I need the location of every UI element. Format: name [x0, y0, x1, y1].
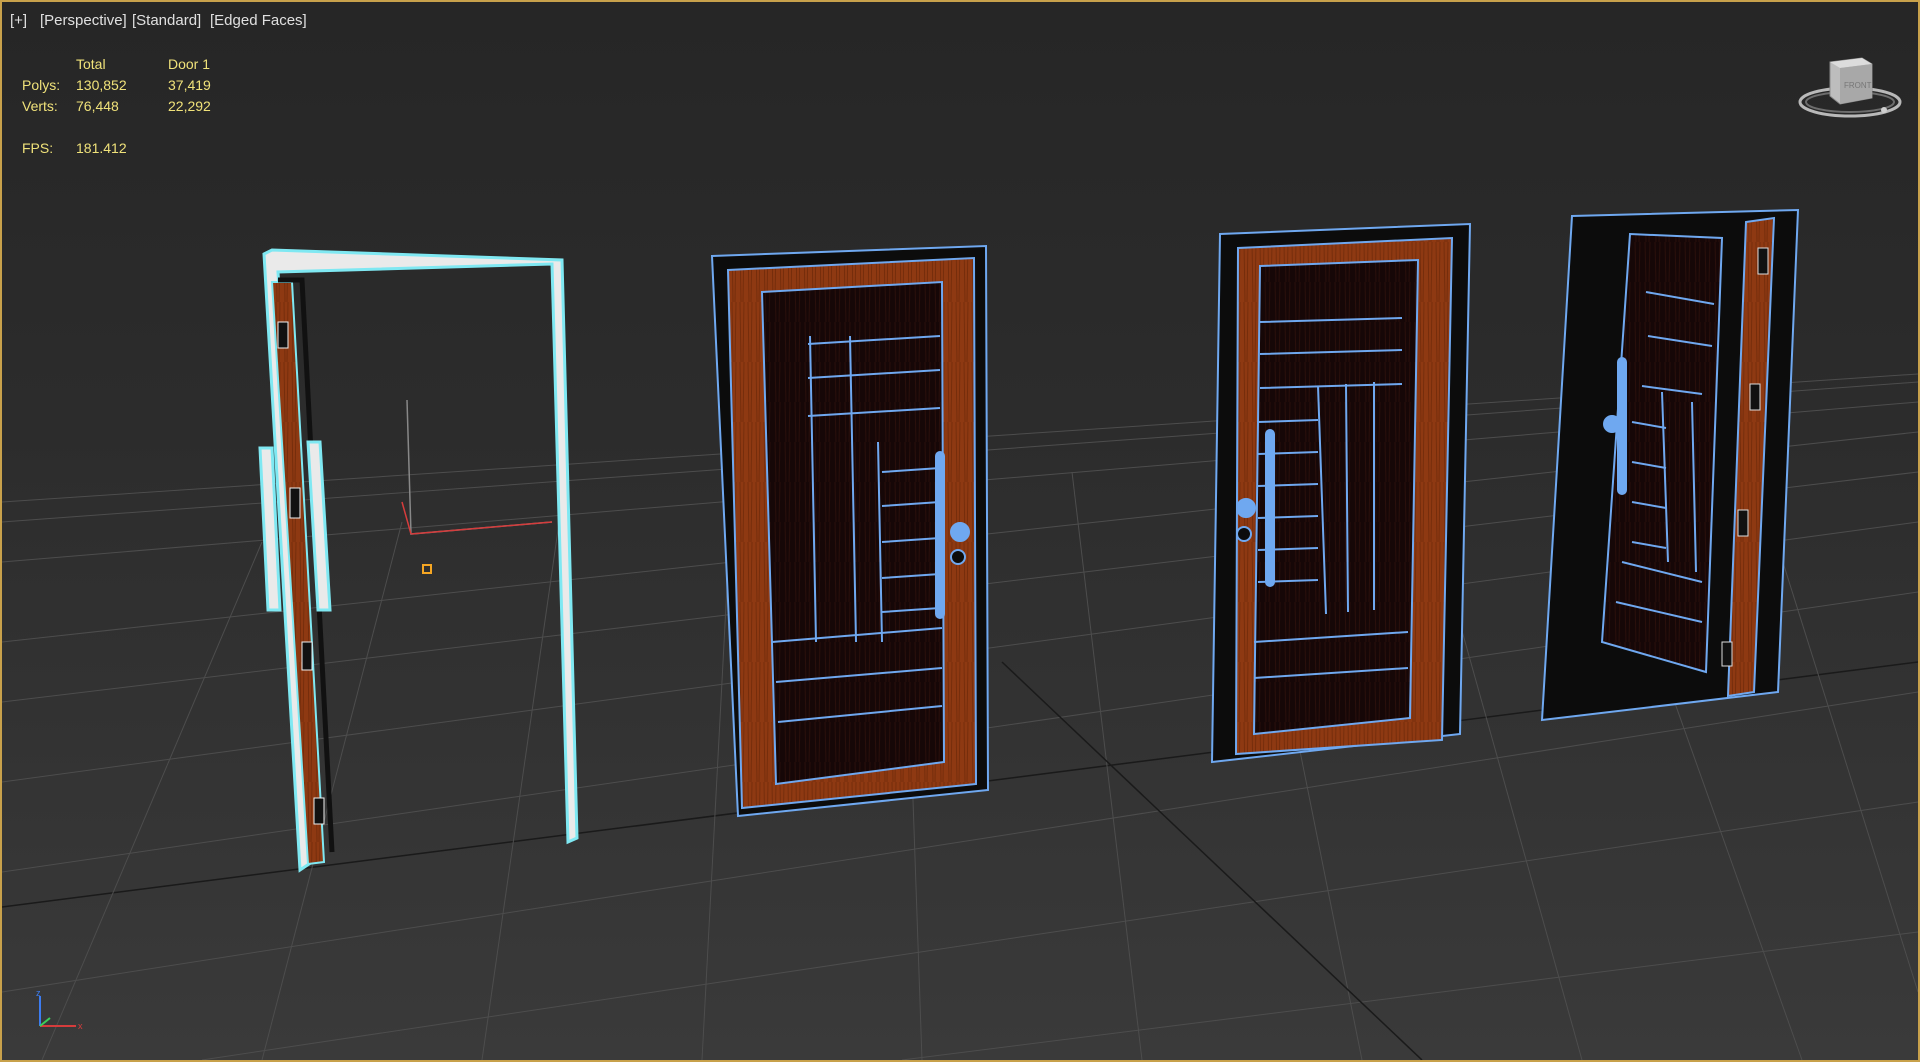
stats-polys-selected: 37,419 [168, 77, 211, 93]
stats-header-selection: Door 1 [168, 56, 211, 72]
axis-x-label: x [78, 1021, 83, 1031]
viewport-display-menu[interactable]: [Edged Faces] [210, 12, 307, 29]
stats-verts-total: 76,448 [76, 98, 119, 114]
stats-fps-label: FPS: [22, 140, 54, 156]
viewcube-icon[interactable]: FRONT [1792, 50, 1912, 130]
stats-verts-label: Verts: [22, 98, 58, 114]
perspective-viewport[interactable]: [+] [Perspective] [Standard] [Edged Face… [0, 0, 1920, 1062]
viewport-point-of-view-menu[interactable]: [Perspective] [40, 12, 127, 29]
viewport-scene[interactable] [2, 2, 1918, 1060]
stats-verts-selected: 22,292 [168, 98, 211, 114]
door-3[interactable] [1210, 222, 1472, 764]
axis-z-label: z [36, 988, 41, 998]
stats-polys-total: 130,852 [76, 77, 127, 93]
stats-fps-value: 181.412 [76, 140, 127, 156]
stats-spacer [22, 54, 76, 75]
viewport-general-menu[interactable]: [+] [10, 12, 27, 29]
door-2[interactable] [710, 244, 990, 818]
door-4-open[interactable] [1540, 208, 1800, 722]
viewport-shading-menu[interactable]: [Standard] [132, 12, 201, 29]
viewcube-face-label: FRONT [1844, 81, 1872, 90]
stats-polys-label: Polys: [22, 77, 61, 93]
stats-header-total: Total [76, 56, 106, 72]
door-1-frame-selected[interactable] [258, 248, 579, 873]
axis-tripod-icon: z x [36, 988, 83, 1031]
viewport-statistics: Total Door 1 Polys: 130,852 37,419 Verts… [22, 54, 258, 159]
